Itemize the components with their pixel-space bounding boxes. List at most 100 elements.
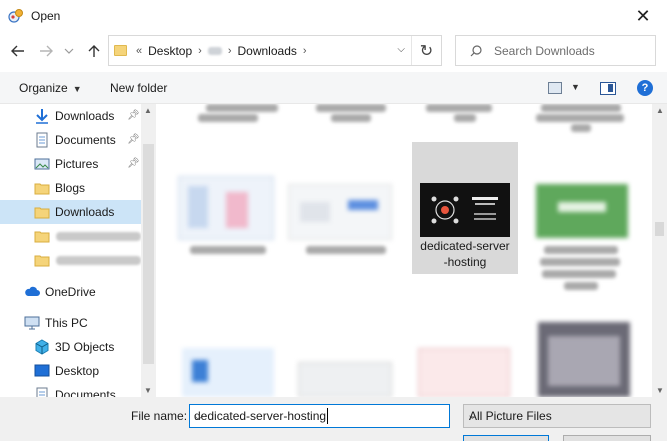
chevron-down-icon: ⌵ [469, 411, 476, 421]
file-type-select[interactable]: All Picture Files ⌵ [463, 404, 651, 428]
bottom-panel: File name: dedicated-server-hosting ⌵ Al… [0, 397, 667, 441]
app-icon [8, 8, 24, 24]
open-button[interactable] [463, 435, 549, 441]
redacted-label [56, 231, 141, 241]
help-icon[interactable]: ? [637, 80, 653, 96]
up-arrow-icon [88, 45, 100, 57]
nav-item-documents-pinned[interactable]: Documents [0, 128, 141, 152]
redacted-label [56, 255, 141, 265]
scrollbar-thumb[interactable] [143, 144, 154, 364]
scroll-up-arrow-icon[interactable]: ▲ [144, 106, 152, 115]
forward-button[interactable] [36, 41, 56, 61]
nav-item-label: This PC [45, 316, 88, 330]
address-bar[interactable]: « Desktop › › Downloads › ⌵ ↻ [108, 35, 442, 66]
command-bar: Organize ▼ New folder ▼ ? [0, 72, 667, 104]
download-arrow-icon [36, 109, 48, 124]
file-name-input[interactable]: dedicated-server-hosting ⌵ [189, 404, 450, 428]
image-thumbnail [420, 183, 510, 237]
caption-line: dedicated-server [420, 239, 510, 253]
breadcrumb-redacted[interactable] [207, 46, 222, 55]
file-caption-redacted [542, 270, 616, 278]
nav-item-label: Downloads [55, 109, 115, 123]
nav-item-label: Downloads [55, 205, 115, 219]
file-list-scrollbar[interactable]: ▲ ▼ [652, 104, 667, 397]
nav-item-3d-objects[interactable]: 3D Objects [0, 335, 141, 359]
chevron-right-icon[interactable]: › [198, 45, 202, 57]
file-tile[interactable] [538, 322, 630, 397]
file-tile[interactable] [418, 348, 510, 397]
nav-item-downloads-folder[interactable]: Downloads [0, 200, 141, 224]
file-tile[interactable] [178, 176, 274, 244]
preview-pane-icon[interactable] [600, 82, 616, 95]
file-tile[interactable] [288, 176, 392, 244]
cancel-button[interactable] [563, 435, 651, 441]
view-options-chevron-icon[interactable]: ▼ [571, 82, 580, 92]
file-caption-redacted [306, 246, 386, 254]
nav-item-downloads-pinned[interactable]: Downloads [0, 104, 141, 128]
file-name-label: File name: [131, 409, 188, 423]
view-icon[interactable] [548, 82, 562, 94]
new-folder-button[interactable]: New folder [110, 81, 167, 95]
pc-icon [24, 316, 40, 330]
desktop-icon [34, 364, 50, 377]
nav-item-this-pc[interactable]: This PC [0, 311, 141, 335]
breadcrumb-downloads[interactable]: Downloads [238, 44, 297, 58]
nav-item-redacted-folder[interactable] [0, 224, 141, 248]
nav-item-blogs[interactable]: Blogs [0, 176, 141, 200]
folder-icon [34, 183, 50, 195]
scroll-up-arrow-icon[interactable]: ▲ [656, 106, 664, 115]
navigation-pane: Downloads 📌︎ Documents 📌︎ Pictures 📌︎ Bl… [0, 104, 156, 397]
search-icon [470, 44, 482, 56]
file-caption-redacted [540, 258, 620, 266]
nav-item-redacted-folder[interactable] [0, 248, 141, 272]
close-button[interactable]: ✕ [633, 6, 653, 26]
up-button[interactable] [84, 41, 104, 61]
nav-item-documents[interactable]: Documents [0, 383, 141, 397]
chevron-down-icon: ▼ [72, 84, 82, 94]
file-tile[interactable] [298, 362, 392, 397]
scroll-down-arrow-icon[interactable]: ▼ [144, 386, 152, 395]
nav-item-desktop[interactable]: Desktop [0, 359, 141, 383]
scroll-down-arrow-icon[interactable]: ▼ [656, 386, 664, 395]
search-placeholder: Search Downloads [494, 43, 595, 58]
documents-icon [36, 132, 48, 148]
pin-icon: 📌︎ [127, 158, 140, 169]
refresh-button[interactable]: ↻ [411, 36, 441, 65]
documents-icon [36, 387, 48, 397]
nav-item-pictures-pinned[interactable]: Pictures [0, 152, 141, 176]
pin-icon: 📌︎ [127, 134, 140, 145]
caption-line: -hosting [443, 255, 487, 269]
file-caption-redacted [190, 246, 266, 254]
folder-icon [34, 207, 50, 219]
scrollbar-thumb[interactable] [655, 222, 664, 236]
file-tile[interactable] [536, 184, 632, 240]
chevron-down-icon[interactable]: ⌵ [194, 409, 444, 424]
nav-item-label: Desktop [55, 364, 100, 378]
organize-menu[interactable]: Organize ▼ [19, 81, 82, 95]
file-list: dedicated-server -hosting [156, 104, 652, 397]
nav-item-label: 3D Objects [55, 340, 115, 354]
chevron-right-icon[interactable]: › [303, 45, 307, 57]
file-tile-selected[interactable]: dedicated-server -hosting [412, 142, 518, 274]
folder-icon [34, 255, 50, 267]
pin-icon: 📌︎ [127, 110, 140, 121]
chevron-down-icon [64, 48, 74, 54]
navigation-pane-scrollbar[interactable]: ▲ ▼ [141, 104, 156, 397]
recent-locations-button[interactable] [62, 41, 76, 61]
address-history-chevron-icon[interactable]: ⌵ [397, 44, 405, 55]
folder-icon [114, 45, 127, 56]
search-box[interactable]: Search Downloads [455, 35, 656, 66]
breadcrumb-desktop[interactable]: Desktop [148, 44, 192, 58]
refresh-icon: ↻ [419, 42, 434, 60]
forward-arrow-icon [40, 45, 53, 57]
file-caption-redacted [564, 282, 598, 290]
file-tile[interactable] [182, 348, 274, 397]
nav-item-label: Blogs [55, 181, 86, 195]
chevron-right-icon[interactable]: › [228, 45, 232, 57]
nav-item-onedrive[interactable]: OneDrive [0, 280, 141, 304]
nav-item-label: OneDrive [45, 285, 96, 299]
back-button[interactable] [8, 41, 28, 61]
file-name-caption: dedicated-server -hosting [412, 238, 518, 270]
organize-label: Organize [19, 81, 68, 95]
overflow-marker[interactable]: « [136, 45, 142, 57]
